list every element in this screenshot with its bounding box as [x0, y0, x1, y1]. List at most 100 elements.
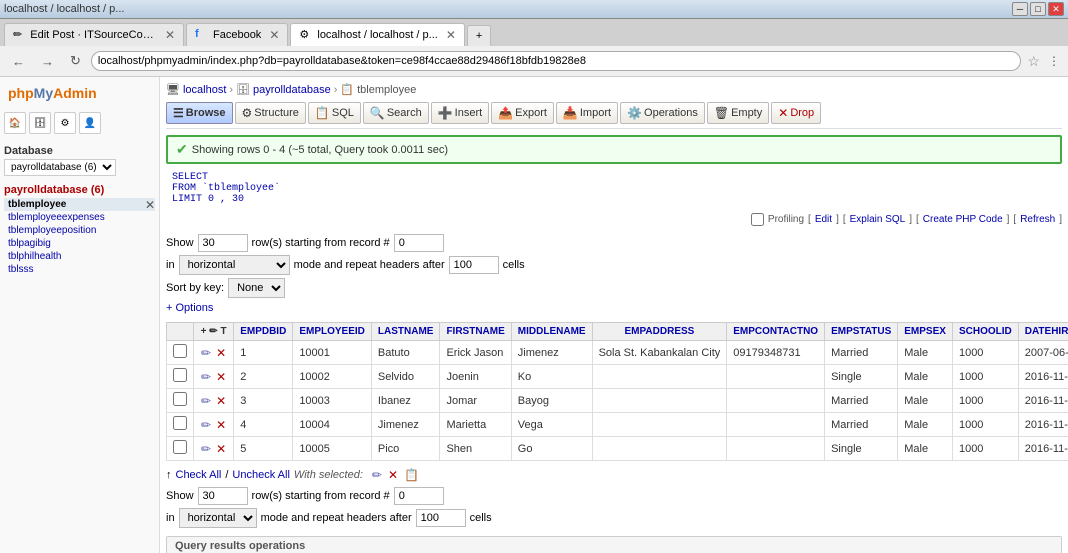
col-status-link[interactable]: EMPSTATUS: [831, 326, 891, 337]
sidebar-item-tblemployeeposition[interactable]: tblemployeeposition: [4, 224, 155, 237]
row-edit-btn[interactable]: ✏: [200, 369, 212, 385]
headers-input[interactable]: [449, 256, 499, 274]
col-firstname-link[interactable]: FIRSTNAME: [446, 326, 504, 337]
sidebar-icon-db[interactable]: 🗄: [29, 112, 51, 134]
th-sex[interactable]: EMPSEX: [898, 323, 953, 341]
sidebar-item-tblemployeeexpenses[interactable]: tblemployeeexpenses: [4, 211, 155, 224]
col-employeeid-link[interactable]: EMPLOYEEID: [299, 326, 365, 337]
sort-select[interactable]: None: [228, 278, 285, 298]
sidebar-icon-settings[interactable]: ⚙: [54, 112, 76, 134]
back-button[interactable]: ←: [6, 51, 31, 72]
toolbar-empty[interactable]: 🗑 Empty: [707, 102, 769, 124]
tab-close-edit[interactable]: ✕: [165, 28, 175, 42]
record-input[interactable]: [394, 234, 444, 252]
row-delete-btn[interactable]: ✕: [215, 369, 227, 385]
bottom-show-input[interactable]: [198, 487, 248, 505]
minimize-button[interactable]: ─: [1012, 2, 1028, 16]
sidebar-item-tblphilhealth[interactable]: tblphilhealth: [4, 250, 155, 263]
row-checkbox[interactable]: [173, 392, 187, 406]
refresh-button[interactable]: ↻: [64, 50, 87, 72]
profiling-explain-link[interactable]: Explain SQL: [850, 214, 906, 225]
toolbar-operations[interactable]: ⚙️ Operations: [620, 102, 705, 124]
col-contact-link[interactable]: EMPCONTACTNO: [733, 326, 818, 337]
sidebar-icon-user[interactable]: 👤: [79, 112, 101, 134]
profiling-refresh-link[interactable]: Refresh: [1020, 214, 1055, 225]
row-delete-btn[interactable]: ✕: [215, 393, 227, 409]
sidebar-item-tblpagibig[interactable]: tblpagibig: [4, 237, 155, 250]
row-edit-btn[interactable]: ✏: [200, 393, 212, 409]
mode-select[interactable]: horizontal vertical horizontalflipped: [179, 255, 290, 275]
bottom-record-input[interactable]: [394, 487, 444, 505]
browser-menu[interactable]: ⋮: [1046, 52, 1062, 70]
row-edit-btn[interactable]: ✏: [200, 417, 212, 433]
row-edit-btn[interactable]: ✏: [200, 345, 212, 361]
profiling-checkbox[interactable]: [751, 213, 764, 226]
selected-edit-btn[interactable]: ✏: [371, 467, 383, 483]
selected-export-btn[interactable]: 📋: [403, 467, 420, 483]
toolbar-search[interactable]: 🔍 Search: [363, 102, 429, 124]
bottom-mode-select[interactable]: horizontal: [179, 508, 257, 528]
check-all-link[interactable]: Check All: [176, 469, 222, 481]
th-address[interactable]: EMPADDRESS: [592, 323, 727, 341]
profiling-edit-link[interactable]: Edit: [815, 214, 832, 225]
show-input[interactable]: [198, 234, 248, 252]
toolbar-insert[interactable]: ➕ Insert: [431, 102, 489, 124]
row-checkbox[interactable]: [173, 368, 187, 382]
col-middlename-link[interactable]: MIDDLENAME: [518, 326, 586, 337]
tab-phpmyadmin[interactable]: ⚙ localhost / localhost / p... ✕: [290, 23, 465, 46]
sidebar-close-btn[interactable]: ✕: [145, 198, 155, 212]
maximize-button[interactable]: □: [1030, 2, 1046, 16]
toolbar-export[interactable]: 📤 Export: [491, 102, 554, 124]
row-delete-btn[interactable]: ✕: [215, 441, 227, 457]
row-checkbox[interactable]: [173, 440, 187, 454]
toolbar-browse[interactable]: ☰ Browse: [166, 102, 233, 124]
profiling-phpcode-link[interactable]: Create PHP Code: [923, 214, 1003, 225]
th-lastname[interactable]: LASTNAME: [371, 323, 440, 341]
row-checkbox[interactable]: [173, 416, 187, 430]
toolbar-structure[interactable]: ⚙ Structure: [235, 102, 306, 124]
sidebar-item-tblemployee[interactable]: tblemployee: [4, 198, 155, 211]
th-employeeid[interactable]: EMPLOYEEID: [293, 323, 372, 341]
col-lastname-link[interactable]: LASTNAME: [378, 326, 434, 337]
th-contact[interactable]: EMPCONTACTNO: [727, 323, 825, 341]
forward-button[interactable]: →: [35, 51, 60, 72]
col-sex-link[interactable]: EMPSEX: [904, 326, 946, 337]
breadcrumb-database[interactable]: payrolldatabase: [253, 84, 331, 96]
th-middlename[interactable]: MIDDLENAME: [511, 323, 592, 341]
sidebar-icon-home[interactable]: 🏠: [4, 112, 26, 134]
tab-facebook[interactable]: f Facebook ✕: [186, 23, 288, 46]
bookmark-star[interactable]: ☆: [1025, 51, 1042, 72]
toolbar-import[interactable]: 📥 Import: [556, 102, 618, 124]
row-edit-btn[interactable]: ✏: [200, 441, 212, 457]
row-delete-btn[interactable]: ✕: [215, 417, 227, 433]
selected-delete-btn[interactable]: ✕: [387, 467, 399, 483]
row-checkbox[interactable]: [173, 344, 187, 358]
window-controls[interactable]: ─ □ ✕: [1012, 2, 1064, 16]
breadcrumb-server[interactable]: localhost: [183, 84, 226, 96]
bottom-headers-input[interactable]: [416, 509, 466, 527]
tab-edit-post[interactable]: ✏ Edit Post · ITSourceCode... ✕: [4, 23, 184, 46]
close-button[interactable]: ✕: [1048, 2, 1064, 16]
row-delete-btn[interactable]: ✕: [215, 345, 227, 361]
tab-new[interactable]: +: [467, 25, 491, 46]
db-name[interactable]: payrolldatabase (6): [4, 182, 155, 198]
tab-close-facebook[interactable]: ✕: [269, 28, 279, 42]
toolbar-drop[interactable]: ✕ Drop: [771, 102, 821, 124]
options-toggle[interactable]: + Options: [166, 302, 213, 314]
uncheck-all-link[interactable]: Uncheck All: [232, 469, 289, 481]
sidebar-item-tblsss[interactable]: tblsss: [4, 263, 155, 276]
th-schoolid[interactable]: SCHOOLID: [952, 323, 1018, 341]
url-input[interactable]: [91, 51, 1022, 71]
th-datehired[interactable]: DATEHIRED: [1018, 323, 1068, 341]
tab-close-phpmyadmin[interactable]: ✕: [446, 28, 456, 42]
th-empdbid[interactable]: EMPDBID: [234, 323, 293, 341]
toolbar-sql[interactable]: 📋 SQL: [308, 102, 361, 124]
th-firstname[interactable]: FIRSTNAME: [440, 323, 511, 341]
add-row-icon[interactable]: +: [201, 326, 207, 337]
th-status[interactable]: EMPSTATUS: [825, 323, 898, 341]
db-select[interactable]: payrolldatabase (6): [4, 159, 116, 176]
col-datehired-link[interactable]: DATEHIRED: [1025, 326, 1068, 337]
col-address-link[interactable]: EMPADDRESS: [625, 326, 695, 337]
col-schoolid-link[interactable]: SCHOOLID: [959, 326, 1012, 337]
col-empdbid-link[interactable]: EMPDBID: [240, 326, 286, 337]
